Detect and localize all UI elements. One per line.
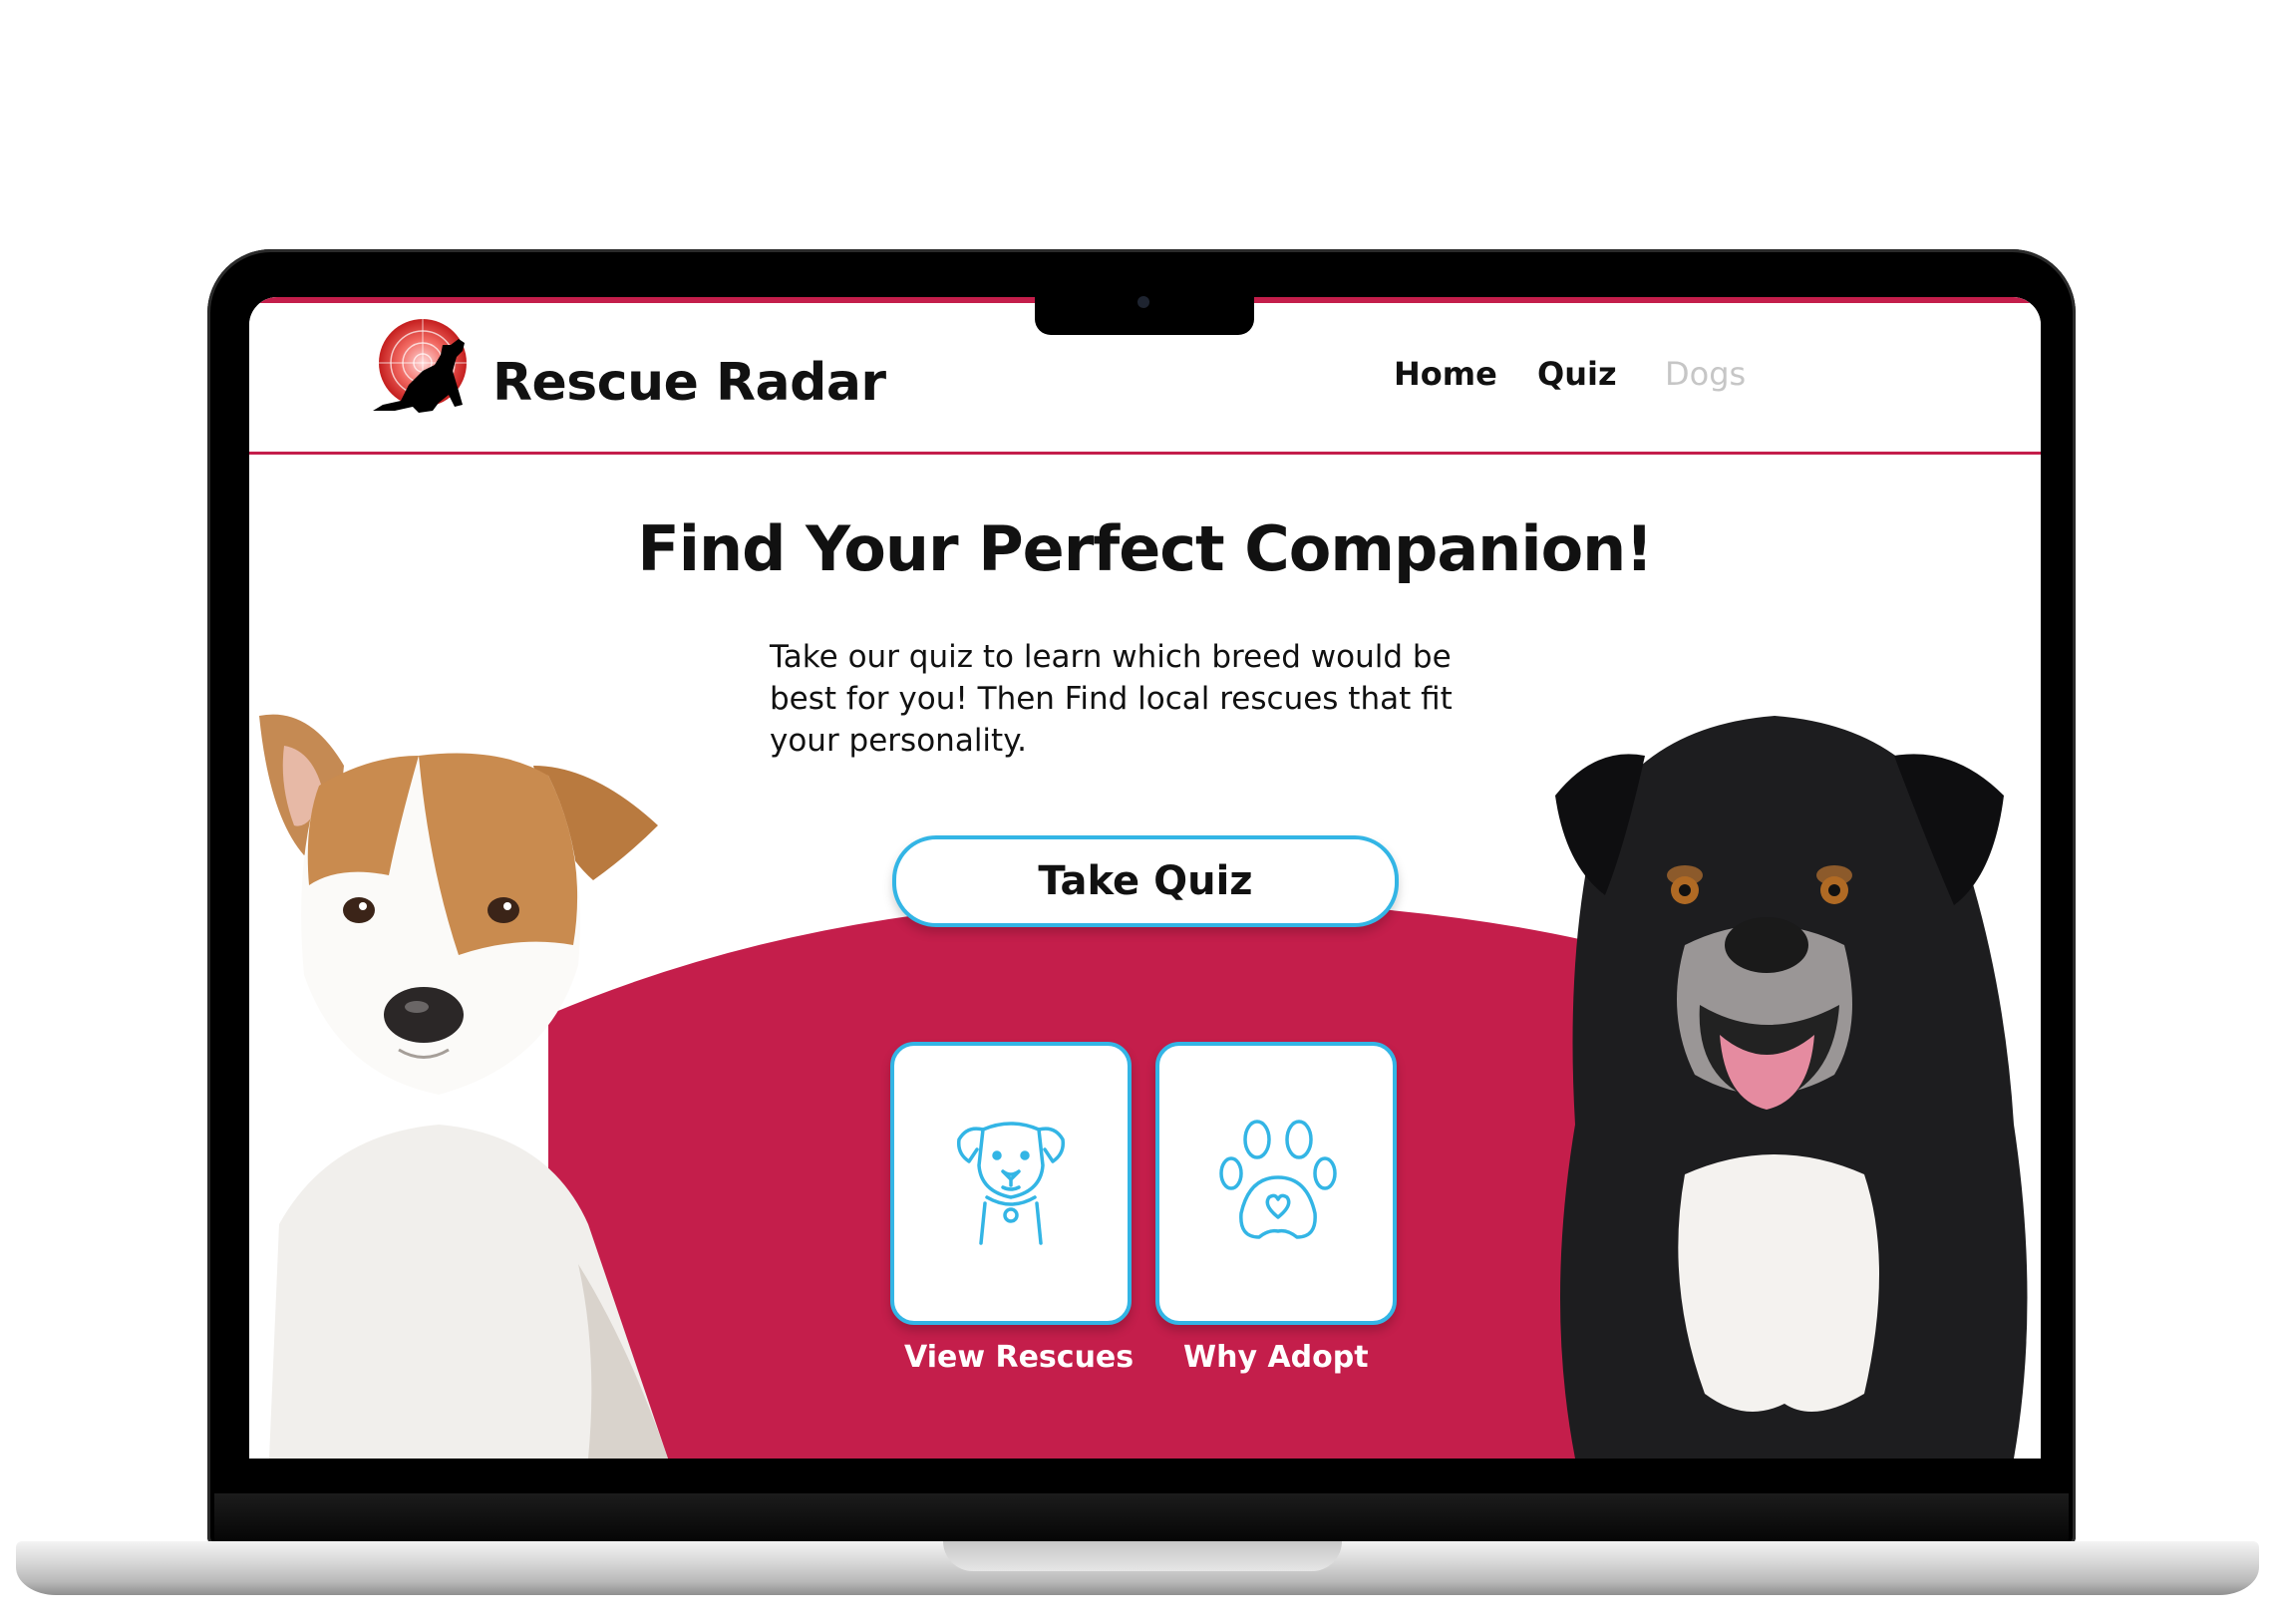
take-quiz-button[interactable]: Take Quiz (892, 835, 1399, 927)
dog-head-icon (956, 1122, 1066, 1245)
nav-home[interactable]: Home (1394, 355, 1497, 393)
laptop-hinge (214, 1493, 2069, 1543)
left-dog-photo (259, 714, 668, 1459)
right-dog-photo (1555, 716, 2028, 1459)
hero-description: Take our quiz to learn which breed would… (770, 639, 1453, 759)
hero-title: Find Your Perfect Companion! (637, 512, 1653, 585)
brand-name[interactable]: Rescue Radar (492, 353, 886, 413)
nav-dogs[interactable]: Dogs (1665, 355, 1746, 393)
why-adopt-card[interactable] (1155, 1042, 1397, 1325)
view-rescues-label[interactable]: View Rescues (904, 1340, 1134, 1375)
camera-icon (1137, 296, 1149, 308)
why-adopt-label[interactable]: Why Adopt (1183, 1340, 1369, 1375)
laptop-base-notch (943, 1541, 1342, 1571)
view-rescues-card[interactable] (890, 1042, 1132, 1325)
nav-quiz[interactable]: Quiz (1537, 355, 1617, 393)
browser-screen: Rescue Radar Home Quiz Dogs Find Your Pe… (249, 297, 2041, 1459)
paw-heart-icon (1219, 1120, 1337, 1239)
rescue-radar-logo-icon[interactable] (359, 315, 479, 427)
